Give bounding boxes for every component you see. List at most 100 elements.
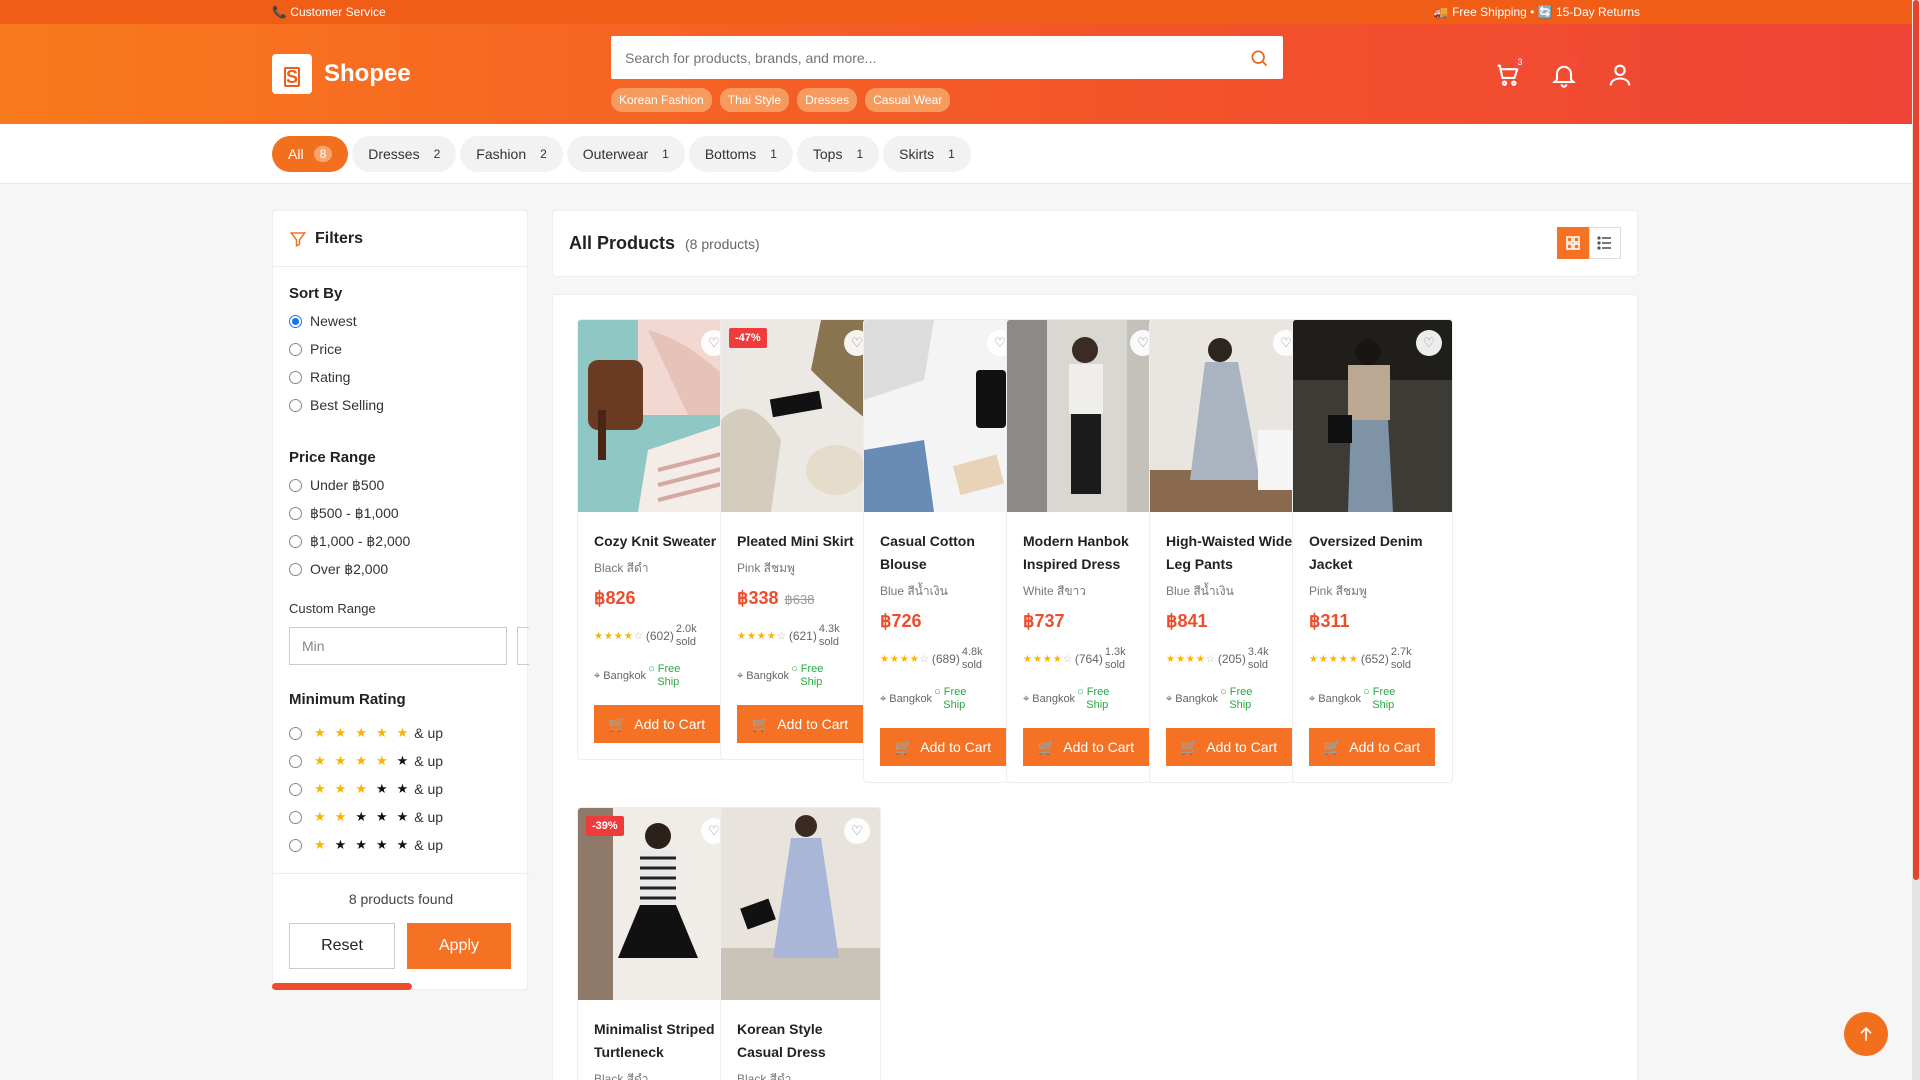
product-image[interactable]: ♡ [721, 808, 880, 1000]
sort-option-newest[interactable]: Newest [289, 313, 357, 329]
add-to-cart-button[interactable]: 🛒 Add to Cart [1023, 728, 1149, 766]
product-card[interactable]: ♡ Cozy Knit Sweater Black สีดำ ฿826 ★★★★… [577, 319, 738, 760]
option-label: Rating [310, 369, 351, 385]
scrollbar-thumb[interactable] [1913, 0, 1919, 880]
sort-option-rating[interactable]: Rating [289, 369, 350, 385]
product-image[interactable]: ♡ [578, 320, 737, 512]
product-image[interactable]: -39% ♡ [578, 808, 737, 1000]
price-option[interactable]: Under ฿500 [289, 477, 384, 494]
rating-stars-icon: ★★★★☆ [594, 630, 644, 642]
star-rating-icon: ★ ★ ★ ★ ★ [314, 753, 409, 768]
account-button[interactable] [1606, 61, 1634, 89]
rating-option-4[interactable]: ★ ★ ★ ★ ★ & up [289, 753, 443, 769]
product-name[interactable]: Korean Style Casual Dress [737, 1018, 864, 1064]
category-tab-all[interactable]: All 8 [272, 136, 349, 172]
product-name[interactable]: Oversized Denim Jacket [1309, 530, 1436, 576]
back-to-top-button[interactable] [1844, 1012, 1888, 1056]
radio-button[interactable] [289, 754, 302, 768]
rating-option-2[interactable]: ★ ★ ★ ★ ★ & up [289, 809, 443, 825]
site-header: S Shopee Korean Fashion Thai Style Dress… [0, 24, 1912, 124]
add-to-cart-button[interactable]: 🛒 Add to Cart [594, 705, 720, 743]
category-tab-dresses[interactable]: Dresses 2 [352, 136, 457, 172]
search-chip[interactable]: Dresses [797, 88, 858, 112]
add-to-cart-button[interactable]: 🛒 Add to Cart [880, 728, 1006, 766]
product-color: Pink สีชมพู [1309, 584, 1367, 598]
page-scrollbar[interactable] [1912, 0, 1920, 1080]
product-name[interactable]: Casual Cotton Blouse [880, 530, 1007, 576]
ship-text: Ship [657, 676, 680, 688]
search-chip[interactable]: Thai Style [719, 88, 790, 112]
product-image[interactable]: ♡ [864, 320, 1023, 512]
rating-option-1[interactable]: ★ ★ ★ ★ ★ & up [289, 837, 443, 853]
add-to-cart-button[interactable]: 🛒 Add to Cart [1166, 728, 1292, 766]
product-name[interactable]: Modern Hanbok Inspired Dress [1023, 530, 1150, 576]
sort-option-best-selling[interactable]: Best Selling [289, 397, 384, 413]
product-image[interactable]: ♡ [1007, 320, 1166, 512]
category-tab-skirts[interactable]: Skirts 1 [883, 136, 971, 172]
radio-button[interactable] [289, 838, 302, 852]
product-card[interactable]: ♡ Modern Hanbok Inspired Dress White สีข… [1006, 319, 1167, 783]
radio-button[interactable] [289, 342, 302, 356]
search-chip[interactable]: Casual Wear [865, 88, 951, 112]
product-card[interactable]: ♡ Casual Cotton Blouse Blue สีน้ำเงิน ฿7… [863, 319, 1024, 783]
search-input[interactable] [625, 36, 1225, 79]
wishlist-heart-icon[interactable]: ♡ [1416, 330, 1442, 356]
product-image[interactable]: ♡ [1150, 320, 1309, 512]
category-tab-fashion[interactable]: Fashion 2 [460, 136, 563, 172]
category-tab-tops[interactable]: Tops 1 [796, 136, 880, 172]
add-to-cart-button[interactable]: 🛒 Add to Cart [1309, 728, 1435, 766]
product-card[interactable]: ♡ Oversized Denim Jacket Pink สีชมพู ฿31… [1292, 319, 1453, 783]
product-image[interactable]: ♡ [1293, 320, 1452, 512]
grid-view-button[interactable] [1557, 227, 1589, 259]
rating-option-3[interactable]: ★ ★ ★ ★ ★ & up [289, 781, 443, 797]
radio-button[interactable] [289, 810, 302, 824]
reset-button[interactable]: Reset [289, 923, 395, 969]
sort-option-price[interactable]: Price [289, 341, 342, 357]
location-text: Bangkok [1318, 693, 1362, 705]
product-card[interactable]: -47% ♡ Pleated Mini Skirt Pink สีชมพู ฿3… [720, 319, 881, 760]
apply-button[interactable]: Apply [407, 923, 511, 969]
category-label: Outerwear [582, 146, 649, 162]
price-option[interactable]: ฿500 - ฿1,000 [289, 505, 399, 522]
search-icon[interactable] [1249, 48, 1269, 68]
max-price-input[interactable] [517, 627, 529, 665]
rating-option-5[interactable]: ★ ★ ★ ★ ★ & up [289, 725, 443, 741]
price-option[interactable]: Over ฿2,000 [289, 561, 388, 578]
product-name[interactable]: Minimalist Striped Turtleneck [594, 1018, 721, 1064]
product-name[interactable]: Pleated Mini Skirt [737, 530, 864, 553]
list-view-button[interactable] [1589, 227, 1621, 259]
radio-button[interactable] [289, 535, 302, 548]
radio-button[interactable] [289, 507, 302, 520]
category-tab-outerwear[interactable]: Outerwear 1 [566, 136, 685, 172]
add-to-cart-button[interactable]: 🛒 Add to Cart [737, 705, 863, 743]
customer-service-link[interactable]: 📞 Customer Service [272, 5, 386, 19]
radio-button[interactable] [289, 398, 302, 412]
price-option[interactable]: ฿1,000 - ฿2,000 [289, 533, 410, 550]
rating-stars-icon: ★★★★☆ [1166, 653, 1216, 665]
product-card[interactable]: -39% ♡ Minimalist Striped Turtleneck Bla… [577, 807, 738, 1080]
ship-text: Ship [1372, 699, 1395, 711]
radio-button[interactable] [289, 479, 302, 492]
sold-label: sold [961, 659, 983, 671]
notifications-button[interactable] [1550, 59, 1579, 89]
min-price-input[interactable]: Min [289, 627, 507, 665]
category-tab-bottoms[interactable]: Bottoms 1 [688, 136, 793, 172]
radio-button[interactable] [289, 314, 302, 328]
product-card[interactable]: ♡ High-Waisted Wide Leg Pants Blue สีน้ำ… [1149, 319, 1310, 783]
cart-button[interactable]: 3 [1494, 55, 1527, 89]
button-label: Add to Cart [777, 716, 849, 732]
logo[interactable]: S Shopee [272, 54, 411, 94]
sold-label: sold [1247, 659, 1269, 671]
wishlist-heart-icon[interactable]: ♡ [844, 818, 870, 844]
arrow-up-icon [1860, 1026, 1872, 1041]
radio-button[interactable] [289, 726, 302, 740]
radio-button[interactable] [289, 370, 302, 384]
product-image[interactable]: -47% ♡ [721, 320, 880, 512]
radio-button[interactable] [289, 563, 302, 576]
product-name[interactable]: Cozy Knit Sweater [594, 530, 721, 553]
sold-label: sold [1104, 659, 1126, 671]
search-chip[interactable]: Korean Fashion [611, 88, 712, 112]
product-card[interactable]: ♡ Korean Style Casual Dress Black สีดำ [720, 807, 881, 1080]
product-name[interactable]: High-Waisted Wide Leg Pants [1166, 530, 1293, 576]
radio-button[interactable] [289, 782, 302, 796]
